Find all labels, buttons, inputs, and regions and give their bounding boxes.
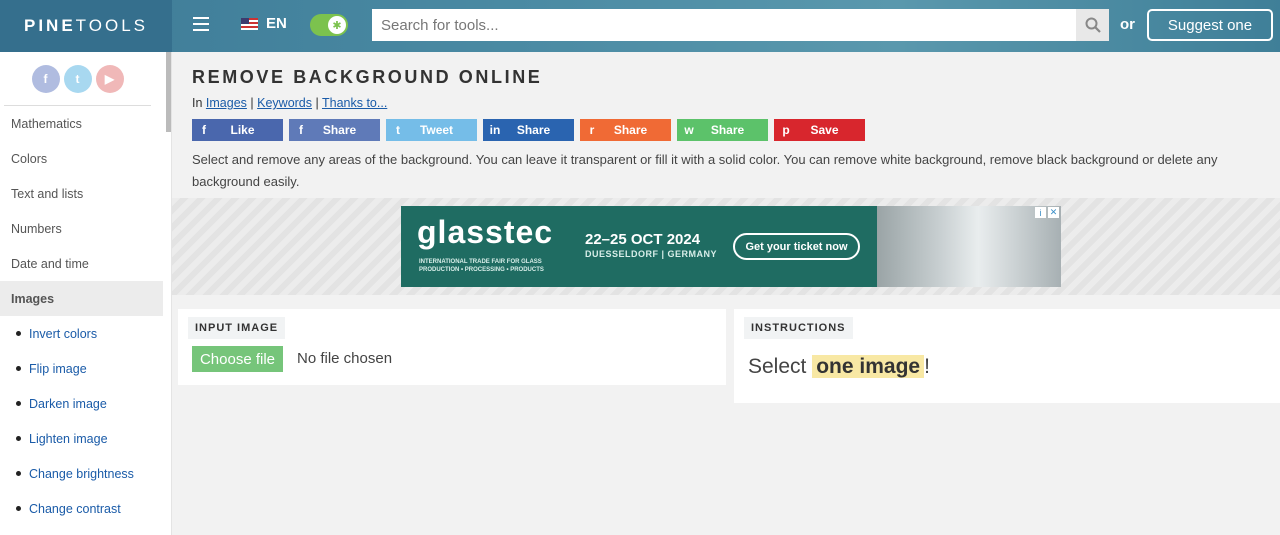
- youtube-icon[interactable]: ▶: [95, 64, 124, 93]
- breadcrumb: In Images | Keywords | Thanks to...: [192, 96, 388, 110]
- main-content: REMOVE BACKGROUND ONLINE In Images | Key…: [172, 52, 1280, 535]
- facebook-icon: f: [299, 123, 303, 137]
- input-image-panel: INPUT IMAGE Choose file No file chosen: [178, 309, 726, 385]
- top-header: PINETOOLS EN ✱ or Suggest one: [0, 0, 1280, 52]
- us-flag-icon[interactable]: [241, 18, 258, 30]
- search-icon: [1085, 17, 1101, 33]
- sidebar-nav: Mathematics Colors Text and lists Number…: [0, 106, 171, 526]
- sidebar-subitem-change-contrast[interactable]: Change contrast: [0, 491, 171, 526]
- sidebar-subitem-flip-image[interactable]: Flip image: [0, 351, 171, 386]
- sidebar-item-mathematics[interactable]: Mathematics: [0, 106, 171, 141]
- sidebar-item-colors[interactable]: Colors: [0, 141, 171, 176]
- page-title: REMOVE BACKGROUND ONLINE: [192, 67, 543, 87]
- choose-file-button[interactable]: Choose file: [192, 346, 283, 372]
- share-buttons: f Like f Share t Tweet in Share r Share w Shar…: [192, 119, 865, 141]
- ad-brand: glasstec: [417, 214, 554, 250]
- facebook-like-button[interactable]: f Like: [192, 119, 283, 141]
- breadcrumb-prefix: In: [192, 96, 203, 110]
- sidebar-subitem-lighten-image[interactable]: Lighten image: [0, 421, 171, 456]
- logo[interactable]: PINETOOLS: [0, 0, 172, 52]
- dark-mode-toggle[interactable]: ✱: [310, 14, 348, 36]
- instructions-text: Select one image!: [748, 355, 930, 378]
- sun-icon: ✱: [328, 16, 346, 34]
- suggest-button[interactable]: Suggest one: [1147, 9, 1273, 41]
- twitter-icon[interactable]: t: [63, 64, 92, 93]
- facebook-share-button[interactable]: f Share: [289, 119, 380, 141]
- facebook-icon: f: [202, 123, 206, 137]
- language-selector[interactable]: EN: [266, 15, 287, 32]
- whatsapp-share-button[interactable]: w Share: [677, 119, 768, 141]
- ad-info-icon[interactable]: i: [1035, 207, 1046, 218]
- whatsapp-icon: w: [684, 123, 694, 137]
- ad-city: DUESSELDORF | GERMANY: [585, 249, 718, 259]
- linkedin-share-button[interactable]: in Share: [483, 119, 574, 141]
- twitter-tweet-button[interactable]: t Tweet: [386, 119, 477, 141]
- reddit-icon: r: [589, 123, 595, 137]
- sidebar-scrollbar[interactable]: [166, 52, 171, 132]
- sidebar: f t ▶ Mathematics Colors Text and lists …: [0, 52, 172, 535]
- sidebar-subitem-change-brightness[interactable]: Change brightness: [0, 456, 171, 491]
- social-links: f t ▶: [4, 52, 151, 106]
- sidebar-item-images[interactable]: Images: [0, 281, 163, 316]
- logo-thin-text: TOOLS: [75, 16, 148, 35]
- sidebar-subitem-darken-image[interactable]: Darken image: [0, 386, 171, 421]
- ad-cta-button[interactable]: Get your ticket now: [733, 233, 860, 260]
- pinterest-icon: p: [782, 123, 790, 137]
- linkedin-icon: in: [489, 123, 501, 137]
- ad-close-icon[interactable]: ✕: [1048, 207, 1059, 218]
- sidebar-subitem-invert-colors[interactable]: Invert colors: [0, 316, 171, 351]
- ad-date: 22–25 OCT 2024: [585, 231, 701, 248]
- instructions-title: INSTRUCTIONS: [744, 317, 853, 339]
- reddit-share-button[interactable]: r Share: [580, 119, 671, 141]
- sidebar-item-numbers[interactable]: Numbers: [0, 211, 171, 246]
- search-input[interactable]: [372, 9, 1076, 41]
- sidebar-item-text-and-lists[interactable]: Text and lists: [0, 176, 171, 211]
- search-bar: [372, 9, 1109, 41]
- tool-description: Select and remove any areas of the backg…: [192, 152, 1218, 189]
- sidebar-item-date-and-time[interactable]: Date and time: [0, 246, 171, 281]
- breadcrumb-keywords-link[interactable]: Keywords: [257, 96, 312, 110]
- breadcrumb-thanks-link[interactable]: Thanks to...: [322, 96, 387, 110]
- breadcrumb-images-link[interactable]: Images: [206, 96, 247, 110]
- ad-tagline: INTERNATIONAL TRADE FAIR FOR GLASS PRODU…: [419, 259, 544, 273]
- file-status-text: No file chosen: [297, 350, 393, 367]
- search-button[interactable]: [1076, 9, 1109, 41]
- input-image-title: INPUT IMAGE: [188, 317, 286, 339]
- instructions-panel: INSTRUCTIONS Select one image!: [734, 309, 1280, 403]
- pinterest-save-button[interactable]: p Save: [774, 119, 865, 141]
- or-text: or: [1120, 16, 1135, 33]
- menu-icon[interactable]: [193, 17, 209, 31]
- ad-banner-area: glasstec INTERNATIONAL TRADE FAIR FOR GL…: [172, 198, 1280, 295]
- instructions-highlight: one image: [812, 355, 925, 378]
- advertisement[interactable]: glasstec INTERNATIONAL TRADE FAIR FOR GL…: [401, 206, 1061, 287]
- facebook-icon[interactable]: f: [31, 64, 60, 93]
- ad-photo: [877, 206, 1061, 287]
- logo-bold-text: PINE: [23, 16, 76, 35]
- twitter-icon: t: [396, 123, 400, 137]
